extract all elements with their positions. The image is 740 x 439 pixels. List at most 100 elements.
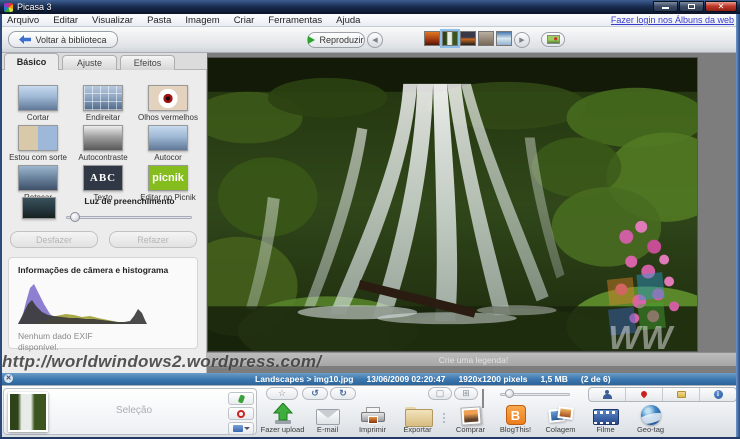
info-icon: i [714, 390, 723, 399]
tool-crop[interactable]: Cortar [8, 85, 68, 122]
tool-redeye[interactable]: Olhos vermelhos [138, 85, 198, 122]
rotate-cw-button[interactable]: ↻ [330, 387, 356, 400]
back-to-library-button[interactable]: Voltar à biblioteca [8, 31, 118, 48]
blogthis-button[interactable]: B BlogThis! [493, 401, 538, 434]
tool-auto-contrast[interactable]: Autocontraste [73, 125, 133, 162]
grid-view-icon: ⊞ [462, 388, 470, 399]
action-buttons: Fazer upload E-mail Imprimir Exportar Co… [260, 401, 673, 434]
fill-light-slider-thumb[interactable] [70, 212, 80, 222]
properties-button[interactable]: i [700, 388, 736, 401]
shop-button[interactable]: Comprar [448, 401, 493, 434]
collage-button[interactable]: Colagem [538, 401, 583, 434]
web-albums-login-link[interactable]: Fazer login nos Álbuns da web [611, 15, 734, 25]
play-slideshow-button[interactable]: Reproduzir [307, 32, 365, 48]
picasa-logo-icon [4, 3, 13, 12]
status-datetime: 13/06/2009 02:20:47 [367, 374, 446, 384]
star-icon: ☆ [278, 388, 286, 399]
google-earth-globe-icon [641, 405, 661, 425]
photo-info-toggle-group: i [588, 387, 737, 402]
filmstrip-thumbnail-1[interactable] [424, 31, 440, 46]
email-button[interactable]: E-mail [305, 401, 350, 434]
sidebar-tabbar: Básico Ajuste Efeitos [0, 53, 207, 70]
tool-auto-color[interactable]: Autocor [138, 125, 198, 162]
status-filesize: 1,5 MB [540, 374, 567, 384]
selection-thumbnail[interactable] [8, 392, 48, 432]
maximize-icon [688, 4, 695, 9]
maximize-button[interactable] [679, 1, 704, 12]
fit-view-button[interactable]: ▢ [428, 387, 452, 400]
zoom-slider-thumb[interactable] [505, 389, 514, 398]
menu-imagem[interactable]: Imagem [178, 14, 226, 27]
close-button[interactable]: ✕ [705, 1, 737, 12]
redeye-icon [148, 85, 188, 111]
filmstrip [424, 31, 512, 46]
star-button[interactable]: ☆ [266, 387, 298, 400]
export-folder-icon [405, 407, 431, 425]
menu-arquivo[interactable]: Arquivo [0, 14, 46, 27]
menu-bar: Arquivo Editar Visualizar Pasta Imagem C… [0, 14, 740, 27]
redo-button[interactable]: Refazer [109, 231, 197, 248]
retouch-icon [18, 165, 58, 191]
tool-im-feeling-lucky[interactable]: Estou com sorte [8, 125, 68, 162]
toolbar-separator [440, 401, 448, 434]
fill-light-slider[interactable] [66, 211, 192, 223]
previous-photo-button[interactable]: ◀ [367, 32, 383, 48]
tab-basico[interactable]: Básico [4, 53, 59, 70]
movie-button[interactable]: Filme [583, 401, 628, 434]
ww-watermark: WW [608, 319, 675, 352]
tags-button[interactable] [663, 388, 700, 401]
menu-pasta[interactable]: Pasta [140, 14, 178, 27]
auto-contrast-icon [83, 125, 123, 151]
menu-ferramentas[interactable]: Ferramentas [261, 14, 329, 27]
upload-button[interactable]: Fazer upload [260, 401, 305, 434]
undo-button[interactable]: Desfazer [10, 231, 98, 248]
status-path: Landscapes > img10.jpg [255, 374, 354, 384]
clear-icon [237, 410, 245, 418]
photo-canvas[interactable]: WW [207, 57, 698, 352]
fill-light-slider-track[interactable] [66, 216, 192, 219]
clear-selection-button[interactable] [228, 407, 254, 420]
status-dimensions: 1920x1200 pixels [458, 374, 527, 384]
close-icon: ✕ [718, 3, 725, 11]
menu-editar[interactable]: Editar [46, 14, 85, 27]
envelope-icon [316, 409, 340, 425]
status-close-icon[interactable]: ✕ [4, 374, 13, 383]
filmstrip-thumbnail-4[interactable] [478, 31, 494, 46]
printer-icon [361, 407, 385, 425]
filmstrip-thumbnail-5[interactable] [496, 31, 512, 46]
photo-preview-button[interactable] [541, 32, 565, 47]
tool-straighten[interactable]: Endireitar [73, 85, 133, 122]
people-button[interactable] [589, 388, 626, 401]
edit-sidebar: Básico Ajuste Efeitos Cortar Endireitar … [0, 53, 207, 373]
next-photo-button[interactable]: ▶ [514, 32, 530, 48]
menu-visualizar[interactable]: Visualizar [85, 14, 140, 27]
geotag-button[interactable]: Geo-tag [628, 401, 673, 434]
places-button[interactable] [626, 388, 663, 401]
minimize-button[interactable] [653, 1, 678, 12]
move-selection-button[interactable] [228, 422, 254, 435]
menu-ajuda[interactable]: Ajuda [329, 14, 367, 27]
watermark-url: http://worldwindows2.wordpress.com/ [2, 352, 321, 372]
exif-message: Nenhum dado EXIF disponível. [18, 331, 108, 352]
print-button[interactable]: Imprimir [350, 401, 395, 434]
menu-criar[interactable]: Criar [227, 14, 262, 27]
next-arrow-icon: ▶ [519, 36, 524, 44]
map-pin-icon [640, 389, 648, 397]
status-bar: ✕ Landscapes > img10.jpg 13/06/2009 02:2… [0, 373, 740, 385]
filmstrip-thumbnail-3[interactable] [460, 31, 476, 46]
rotate-ccw-button[interactable]: ↺ [302, 387, 328, 400]
fill-light-label: Luz de preenchimento [62, 196, 197, 206]
fit-view-icon: ▢ [436, 388, 445, 399]
photo-viewer: WW Crie uma legenda! [207, 53, 740, 373]
hold-selection-button[interactable] [228, 392, 254, 405]
filmstrip-icon [593, 409, 619, 425]
tab-ajuste[interactable]: Ajuste [62, 55, 117, 70]
minimize-icon [662, 7, 669, 9]
filmstrip-thumbnail-2-selected[interactable] [442, 31, 458, 46]
actual-size-button[interactable]: ⊞ [454, 387, 478, 400]
export-button[interactable]: Exportar [395, 401, 440, 434]
text-abc-icon: ABC [83, 165, 123, 191]
window-border-right [736, 14, 740, 439]
tab-efeitos[interactable]: Efeitos [120, 55, 175, 70]
status-position: (2 de 6) [581, 374, 611, 384]
